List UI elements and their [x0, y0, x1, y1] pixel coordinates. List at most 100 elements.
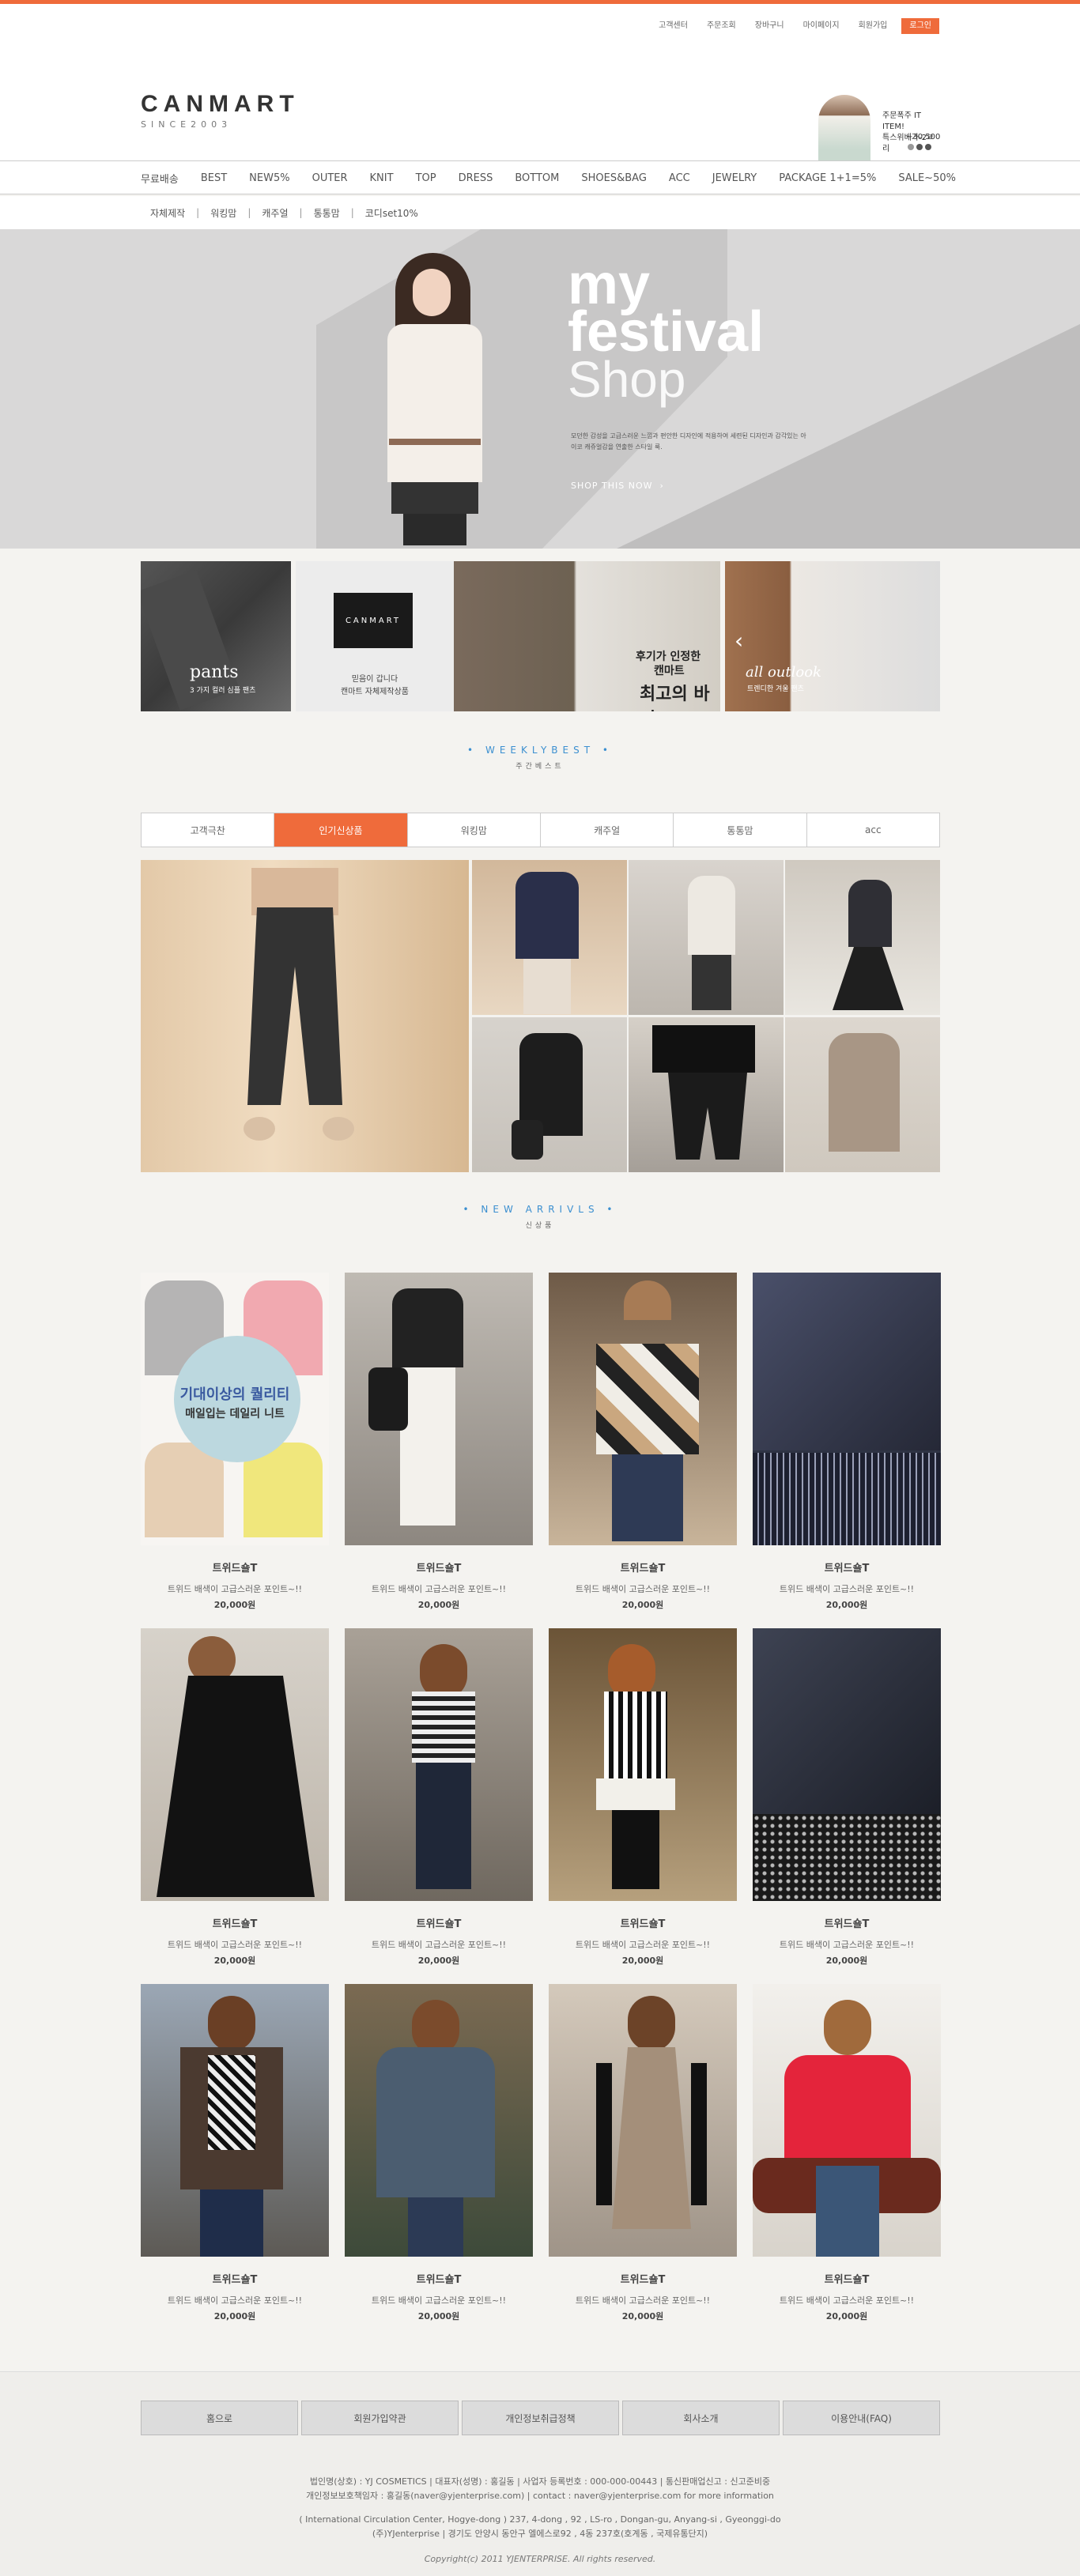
product-desc: 트위드 배색이 고급스러운 포인트~!!	[779, 1584, 915, 1594]
product-image[interactable]	[345, 1984, 533, 2257]
product-card[interactable]: 트위드숄T 트위드 배색이 고급스러운 포인트~!! 20,000원	[549, 1273, 737, 1611]
subnav-item[interactable]: 자체제작	[150, 206, 185, 220]
product-name[interactable]: 트위드숄T	[753, 1560, 941, 1575]
nav-item-bottom[interactable]: BOTTOM	[515, 172, 559, 184]
login-button[interactable]: 로그인	[901, 18, 939, 34]
util-link-order-lookup[interactable]: 주문조회	[697, 18, 746, 34]
footer-menu: 홈으로 회원가입약관 개인정보취급정책 회사소개 이용안내(FAQ)	[141, 2401, 940, 2435]
product-price: 20,000원	[825, 2311, 868, 2321]
nav-item-free-shipping[interactable]: 무료배송	[141, 171, 179, 186]
product-image[interactable]	[753, 1984, 941, 2257]
product-name[interactable]: 트위드숄T	[345, 1560, 533, 1575]
nav-item-best[interactable]: BEST	[201, 172, 227, 184]
product-image[interactable]	[345, 1273, 533, 1545]
sub-banners: pants 3 가지 컬러 심플 팬츠 CANMART 믿음이 갑니다 캔마트 …	[141, 561, 940, 711]
product-name[interactable]: 트위드숄T	[345, 1915, 533, 1930]
hero-cta[interactable]: SHOP THIS NOW ›	[571, 481, 664, 491]
product-card[interactable]: 트위드숄T 트위드 배색이 고급스러운 포인트~!! 20,000원	[753, 1273, 941, 1611]
site-logo[interactable]: CANMART SINCE2003	[141, 91, 300, 130]
product-card[interactable]: 트위드숄T 트위드 배색이 고급스러운 포인트~!! 20,000원	[753, 1984, 941, 2322]
product-card[interactable]: 트위드숄T 트위드 배색이 고급스러운 포인트~!! 20,000원	[345, 1628, 533, 1967]
gallery-item[interactable]	[472, 860, 627, 1015]
product-card[interactable]: 트위드숄T 트위드 배색이 고급스러운 포인트~!! 20,000원	[141, 1984, 329, 2322]
util-link-cart[interactable]: 장바구니	[746, 18, 794, 34]
product-image[interactable]: 기대이상의 퀄리티 매일입는 데일리 니트	[141, 1273, 329, 1545]
hero-banner[interactable]: my festival Shop 모던한 감성을 고급스러운 느낌과 편안한 디…	[0, 229, 1080, 549]
nav-item-knit[interactable]: KNIT	[370, 172, 394, 184]
product-card[interactable]: 트위드숄T 트위드 배색이 고급스러운 포인트~!! 20,000원	[549, 1628, 737, 1967]
gallery-item[interactable]	[472, 1017, 627, 1172]
footer: 홈으로 회원가입약관 개인정보취급정책 회사소개 이용안내(FAQ) 법인명(상…	[0, 2371, 1080, 2576]
nav-item-package[interactable]: PACKAGE 1+1=5%	[779, 172, 876, 184]
gallery-item[interactable]	[629, 1017, 784, 1172]
product-name[interactable]: 트위드숄T	[753, 2271, 941, 2286]
util-link-customer-center[interactable]: 고객센터	[649, 18, 697, 34]
tab-casual[interactable]: 캐주얼	[541, 813, 674, 847]
nav-item-top[interactable]: TOP	[416, 172, 436, 184]
product-name[interactable]: 트위드숄T	[549, 1915, 737, 1930]
pager-dot[interactable]	[925, 144, 931, 150]
gallery-item[interactable]	[785, 860, 940, 1015]
product-image[interactable]	[753, 1628, 941, 1901]
nav-item-sale[interactable]: SALE~50%	[898, 172, 956, 184]
product-card[interactable]: 트위드숄T 트위드 배색이 고급스러운 포인트~!! 20,000원	[141, 1628, 329, 1967]
product-image[interactable]	[141, 1984, 329, 2257]
sub-banner-outlook[interactable]: ‹ all outlook 트렌디한 겨울 팬츠	[725, 561, 940, 711]
gallery-item-large[interactable]	[141, 860, 469, 1172]
product-name[interactable]: 트위드숄T	[549, 2271, 737, 2286]
footer-terms-button[interactable]: 회원가입약관	[301, 2401, 459, 2435]
product-card[interactable]: 트위드숄T 트위드 배색이 고급스러운 포인트~!! 20,000원	[753, 1628, 941, 1967]
product-overlay-text: 매일입는 데일리 니트	[185, 1408, 285, 1420]
product-card[interactable]: 트위드숄T 트위드 배색이 고급스러운 포인트~!! 20,000원	[345, 1273, 533, 1611]
sub-banner-best-pants[interactable]: 후기가 인정한 캔마트 최고의 바지	[454, 561, 720, 711]
product-image[interactable]	[345, 1628, 533, 1901]
product-name[interactable]: 트위드숄T	[141, 1560, 329, 1575]
tab-acc[interactable]: acc	[807, 813, 939, 847]
subnav-item[interactable]: 코디set10%	[365, 206, 418, 220]
footer-about-button[interactable]: 회사소개	[622, 2401, 780, 2435]
nav-item-new[interactable]: NEW5%	[249, 172, 289, 184]
tab-plus-size[interactable]: 통통맘	[674, 813, 807, 847]
footer-privacy-button[interactable]: 개인정보취급정책	[462, 2401, 619, 2435]
nav-item-dress[interactable]: DRESS	[459, 172, 493, 184]
subnav-item[interactable]: 통통맘	[314, 206, 340, 220]
util-link-join[interactable]: 회원가입	[849, 18, 897, 34]
sub-banner-brand[interactable]: CANMART 믿음이 갑니다 캔마트 자체제작상품	[296, 561, 454, 711]
product-image[interactable]	[141, 1628, 329, 1901]
product-image[interactable]	[549, 1273, 737, 1545]
product-card[interactable]: 기대이상의 퀄리티 매일입는 데일리 니트 트위드숄T 트위드 배색이 고급스러…	[141, 1273, 329, 1611]
product-image[interactable]	[549, 1628, 737, 1901]
subnav-separator: |	[299, 207, 303, 218]
subnav-item[interactable]: 캐주얼	[262, 206, 288, 220]
sub-banner-pants[interactable]: pants 3 가지 컬러 심플 팬츠	[141, 561, 291, 711]
product-image[interactable]	[753, 1273, 941, 1545]
subnav-item[interactable]: 워킹맘	[210, 206, 236, 220]
hero-title: my festival	[568, 256, 764, 360]
product-card[interactable]: 트위드숄T 트위드 배색이 고급스러운 포인트~!! 20,000원	[345, 1984, 533, 2322]
tab-customer-praise[interactable]: 고객극찬	[142, 813, 275, 847]
pager-dot[interactable]	[908, 144, 914, 150]
banner-caption: all outlook	[746, 664, 821, 681]
pager-dot[interactable]	[916, 144, 923, 150]
nav-item-jewelry[interactable]: JEWELRY	[712, 172, 757, 184]
product-name[interactable]: 트위드숄T	[141, 1915, 329, 1930]
tab-working-mom[interactable]: 워킹맘	[408, 813, 541, 847]
gallery-item[interactable]	[785, 1017, 940, 1172]
subnav-separator: |	[196, 207, 200, 218]
chevron-left-icon[interactable]: ‹	[734, 628, 743, 654]
product-image[interactable]	[549, 1984, 737, 2257]
footer-faq-button[interactable]: 이용안내(FAQ)	[783, 2401, 940, 2435]
product-name[interactable]: 트위드숄T	[141, 2271, 329, 2286]
product-name[interactable]: 트위드숄T	[549, 1560, 737, 1575]
nav-item-outer[interactable]: OUTER	[312, 172, 348, 184]
product-name[interactable]: 트위드숄T	[345, 2271, 533, 2286]
util-link-mypage[interactable]: 마이페이지	[794, 18, 849, 34]
nav-item-shoes-bag[interactable]: SHOES&BAG	[581, 172, 647, 184]
nav-item-acc[interactable]: ACC	[669, 172, 690, 184]
product-card[interactable]: 트위드숄T 트위드 배색이 고급스러운 포인트~!! 20,000원	[549, 1984, 737, 2322]
footer-home-button[interactable]: 홈으로	[141, 2401, 298, 2435]
header-promo[interactable]: 주문폭주 IT ITEM! 특스위베가-2ㄹ리 ~30,500	[814, 95, 941, 168]
tab-popular-new[interactable]: 인기신상품	[274, 813, 408, 847]
product-name[interactable]: 트위드숄T	[753, 1915, 941, 1930]
gallery-item[interactable]	[629, 860, 784, 1015]
